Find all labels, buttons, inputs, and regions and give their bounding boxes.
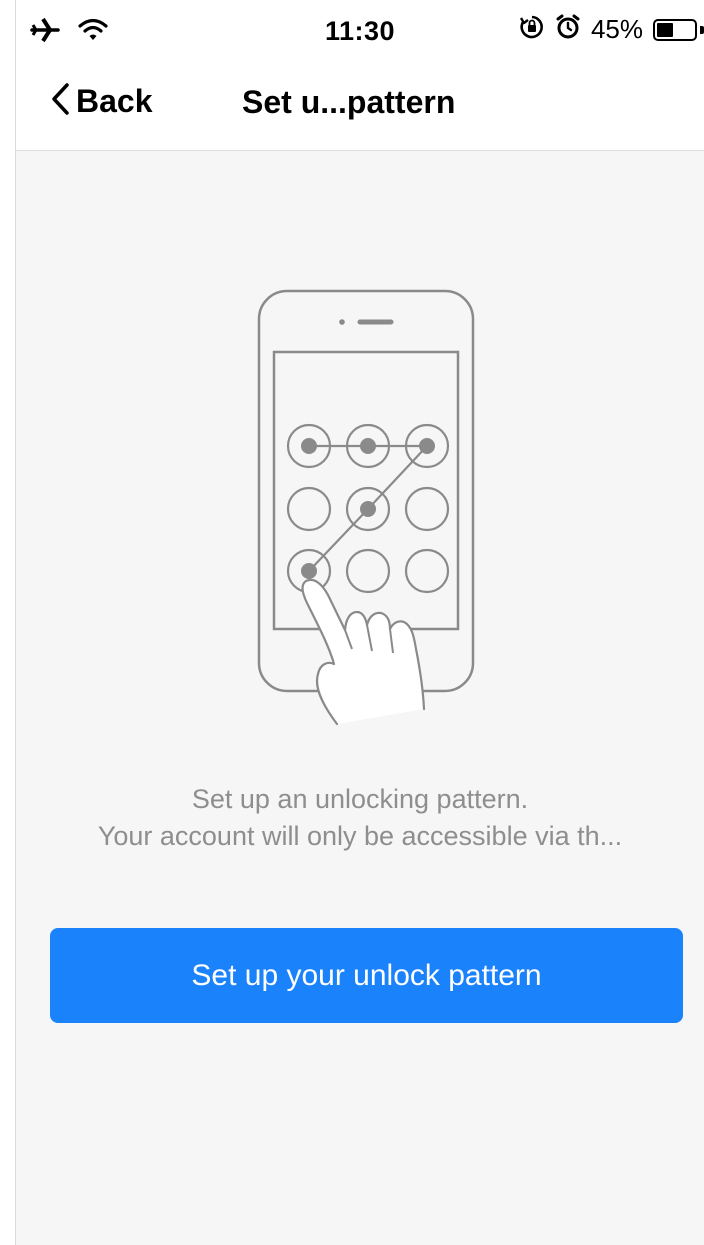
battery-tip <box>700 25 704 34</box>
description-text: Set up an unlocking pattern. Your accoun… <box>16 781 704 855</box>
status-bar: 11:30 45% <box>16 0 704 62</box>
description-line-2: Your account will only be accessible via… <box>97 821 623 851</box>
chevron-left-icon <box>50 82 70 121</box>
page-title: Set u...pattern <box>242 84 456 120</box>
battery-percent: 45% <box>590 14 643 44</box>
screen: 11:30 45% Back Set u...pattern Set up an… <box>0 0 704 1245</box>
main-content: Set up an unlocking pattern. Your accoun… <box>16 151 704 1245</box>
battery-level-fill <box>657 22 674 37</box>
description-line-1: Set up an unlocking pattern. <box>191 784 529 814</box>
back-label: Back <box>76 83 153 119</box>
setup-unlock-pattern-button-label: Set up your unlock pattern <box>191 958 542 992</box>
alarm-icon <box>555 14 581 45</box>
phone-unlock-pattern-icon <box>242 279 502 739</box>
back-button[interactable]: Back <box>50 82 153 121</box>
battery-icon <box>653 18 697 41</box>
navigation-bar: Back Set u...pattern <box>16 62 704 151</box>
status-right-icons: 45% <box>519 14 704 45</box>
rotation-lock-icon <box>519 14 545 45</box>
setup-unlock-pattern-button[interactable]: Set up your unlock pattern <box>50 928 683 1023</box>
